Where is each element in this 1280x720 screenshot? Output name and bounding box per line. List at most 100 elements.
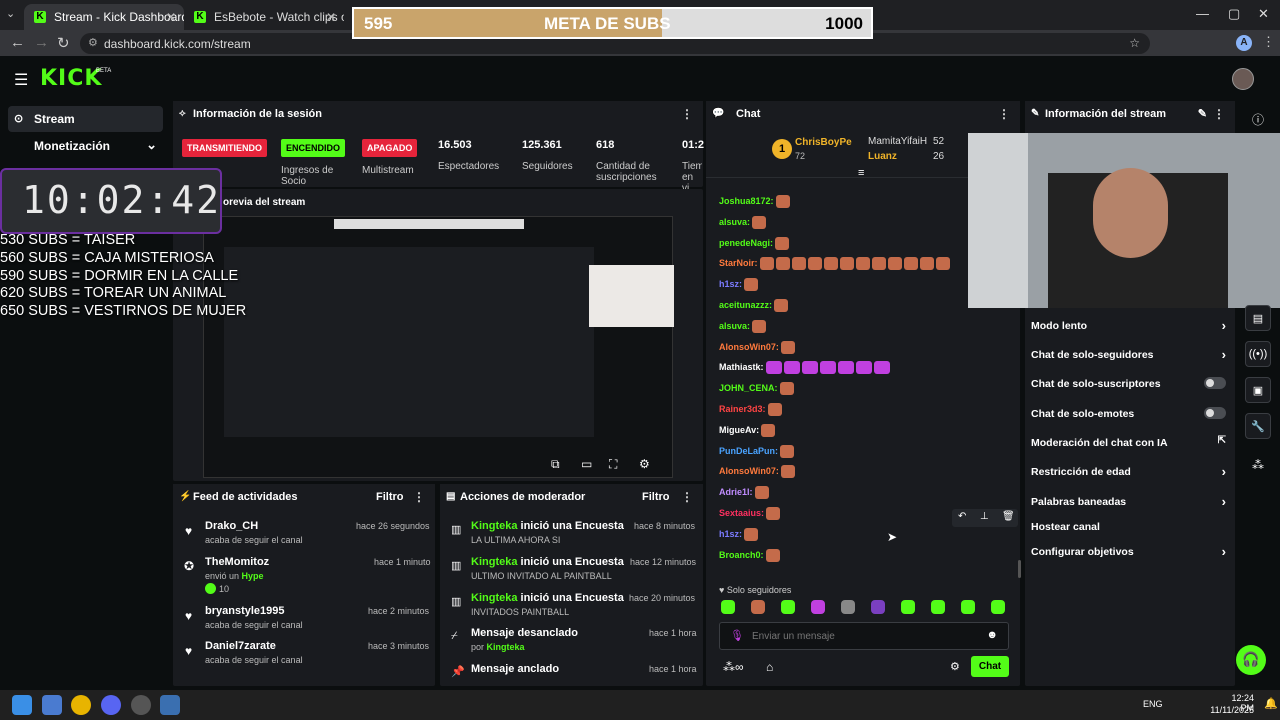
mod-username[interactable]: Kingteka [471,556,517,568]
broadcast-icon[interactable]: ((•)) [1245,341,1271,367]
chat-username[interactable]: AlonsoWin07: [719,341,779,351]
file-explorer-icon[interactable] [42,695,62,715]
obs-icon[interactable] [131,695,151,715]
top-gifter-name[interactable]: Luanz [868,151,897,162]
profile-avatar[interactable]: A [1236,35,1252,51]
tab-kick-dashboard[interactable]: K Stream - Kick Dashboard ✕ [24,4,184,30]
setting-row[interactable]: Modo lento › [1031,318,1226,333]
more-options-icon[interactable]: ⋮ [1213,107,1225,121]
emote-button[interactable] [961,600,975,614]
discord-icon[interactable] [101,695,121,715]
more-options-icon[interactable]: ⋮ [681,107,693,121]
feed-username[interactable]: Daniel7zarate [205,640,276,652]
emote-button[interactable] [751,600,765,614]
chat-message[interactable]: Sextaaius: [719,507,781,523]
reply-icon[interactable]: ↶ [958,511,966,522]
emote-button[interactable] [991,600,1005,614]
pip-icon[interactable]: ⧉ [551,457,560,472]
chat-message[interactable]: Joshua8172: [719,195,790,211]
bookmark-star-icon[interactable]: ☆ [1129,36,1140,50]
chat-username[interactable]: aceitunazzz: [719,300,772,310]
filter-button[interactable]: Filtro [642,491,670,503]
setting-toggle[interactable] [1204,377,1226,389]
emote-button[interactable] [931,600,945,614]
setting-row[interactable]: Chat de solo-seguidores › [1031,347,1226,362]
shop-icon[interactable]: ⌂ [766,660,773,674]
pin-message-icon[interactable]: ⊥ [980,511,989,522]
user-avatar[interactable] [1232,68,1254,90]
filter-button[interactable]: Filtro [376,491,404,503]
chat-username[interactable]: h1sz: [719,279,742,289]
top-gifter-name[interactable]: ChrisBoyPe [795,137,852,148]
chat-settings-icon[interactable]: ⚙ [950,660,960,673]
hamburger-menu-icon[interactable]: ☰ [14,70,28,90]
setting-row[interactable]: Restricción de edad › [1031,464,1226,479]
language-indicator[interactable]: ENG [1143,699,1163,709]
chat-message[interactable]: JOHN_CENA: [719,382,794,398]
chat-username[interactable]: Joshua8172: [719,196,774,206]
chat-message[interactable]: h1sz: [719,278,759,294]
chat-rail-icon[interactable]: ▤ [1245,305,1271,331]
chat-message[interactable]: Adrie1I: [719,486,769,502]
chat-message[interactable]: aceitunazzz: [719,299,789,315]
chat-username[interactable]: Broanch0: [719,549,764,559]
chat-username[interactable]: AlonsoWin07: [719,466,779,476]
feed-username[interactable]: TheMomitoz [205,556,269,568]
chat-username[interactable]: alsuva: [719,217,750,227]
chat-username[interactable]: JOHN_CENA: [719,383,778,393]
back-icon[interactable]: ← [10,34,25,51]
setting-row[interactable]: Chat de solo-emotes [1031,407,1226,420]
feed-username[interactable]: Drako_CH [205,520,258,532]
info-icon[interactable]: ⓘ [1252,111,1264,128]
fullscreen-icon[interactable]: ⛶ [609,457,617,472]
chat-message[interactable]: alsuva: [719,319,767,336]
tab-search-icon[interactable]: ⌄ [6,7,15,20]
chat-username[interactable]: Rainer3d3: [719,404,766,414]
infinity-icon[interactable]: ⁂∞ [723,660,744,674]
emote-button[interactable] [901,600,915,614]
layout-icon[interactable]: ▣ [1245,377,1271,403]
chrome-icon[interactable] [71,695,91,715]
chat-username[interactable]: Adrie1I: [719,487,753,497]
top-gifter-name[interactable]: MamitaYifaiH [868,136,927,147]
setting-row[interactable]: Moderación del chat con IA ⇱ [1031,435,1226,449]
chat-message[interactable]: alsuva: [719,215,767,232]
notification-bell-icon[interactable]: 🔔 [1264,697,1278,710]
emoji-icon[interactable]: ☻ [986,629,998,641]
feed-username[interactable]: bryanstyle1995 [205,605,285,617]
emote-button[interactable] [871,600,885,614]
chat-message[interactable]: AlonsoWin07: [719,340,795,357]
chat-message[interactable]: MigueAv: [719,423,776,440]
more-options-icon[interactable]: ⋮ [681,490,693,504]
support-headset-icon[interactable]: 🎧 [1236,645,1266,675]
clock-date[interactable]: 11/11/2025 [1208,705,1254,715]
chat-message[interactable]: Mathiastk: [719,361,890,377]
close-tab-icon[interactable]: ✕ [326,10,336,24]
kick-logo[interactable]: KICK [40,66,102,91]
chat-message-input[interactable] [752,627,982,645]
mic-icon[interactable]: 🎙 [730,629,744,642]
mod-username[interactable]: Kingteka [487,642,525,652]
reload-icon[interactable]: ↻ [57,34,70,52]
sidebar-item-monetization[interactable]: Monetización ⌄ [8,133,163,159]
chat-username[interactable]: penedeNagi: [719,237,773,247]
setting-toggle[interactable] [1204,407,1226,419]
setting-row[interactable]: Palabras baneadas › [1031,494,1226,509]
chat-message[interactable]: h1sz: [719,527,759,544]
chat-scrollbar[interactable] [1018,560,1021,578]
theater-icon[interactable]: ▭ [581,457,592,471]
mod-username[interactable]: Kingteka [471,592,517,604]
site-info-icon[interactable]: ⚙ [88,36,98,49]
emote-button[interactable] [781,600,795,614]
chat-message[interactable]: Rainer3d3: [719,403,782,419]
emote-button[interactable] [841,600,855,614]
chat-message[interactable]: StarNoir: [719,257,950,273]
apps-icon[interactable]: ⁂ [1252,458,1264,472]
chat-message[interactable]: Broanch0: [719,548,780,565]
more-options-icon[interactable]: ⋮ [413,490,425,504]
chat-username[interactable]: alsuva: [719,321,750,331]
emote-button[interactable] [721,600,735,614]
browser-menu-icon[interactable]: ⋮ [1262,34,1275,50]
send-chat-button[interactable]: Chat [971,656,1009,677]
chat-message[interactable]: AlonsoWin07: [719,465,795,481]
